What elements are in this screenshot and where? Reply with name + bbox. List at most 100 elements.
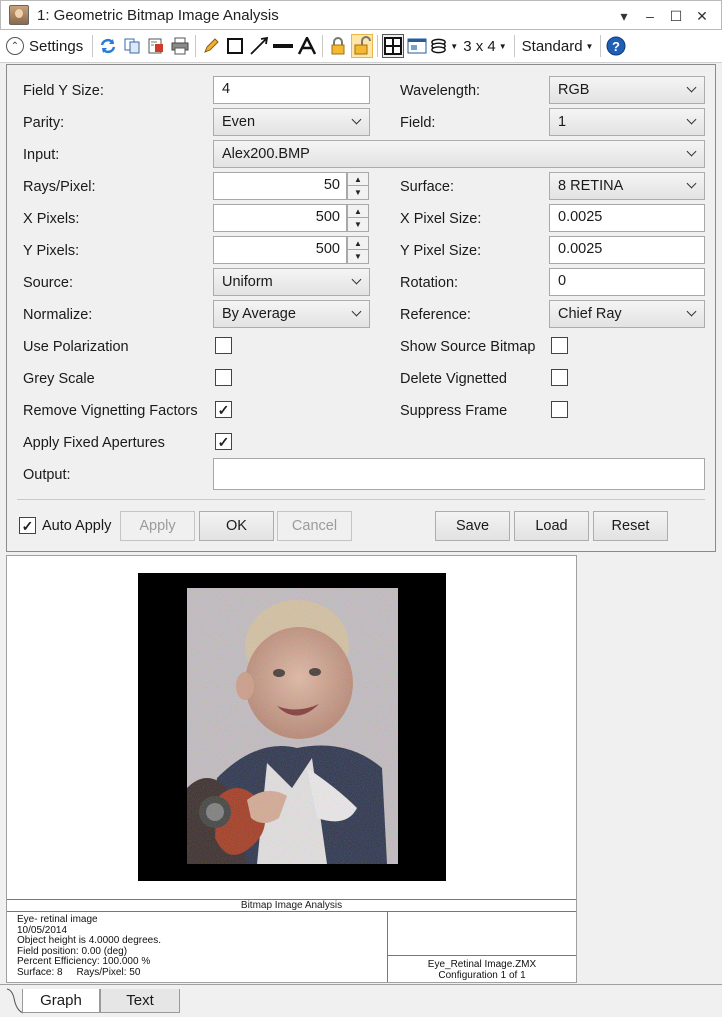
y-pixel-size-input[interactable]: 0.0025 (549, 236, 705, 264)
graph-file-info: Eye_Retinal Image.ZMX Configuration 1 of… (388, 959, 576, 981)
spin-down-icon[interactable]: ▼ (348, 218, 368, 231)
rays-pixel-input[interactable]: 50 (213, 172, 347, 200)
remove-vignetting-label: Remove Vignetting Factors (23, 403, 198, 419)
suppress-frame-label: Suppress Frame (400, 403, 508, 419)
info-line: Surface: 8 Rays/Pixel: 50 (17, 966, 141, 978)
refresh-icon[interactable] (97, 34, 119, 58)
help-icon[interactable]: ? (605, 34, 627, 58)
copy-icon[interactable] (121, 34, 143, 58)
info-line: Object height is 4.0000 degrees. (17, 935, 161, 946)
save-button[interactable]: Save (435, 511, 510, 541)
wavelength-select[interactable]: RGB (549, 76, 705, 104)
tab-text[interactable]: Text (100, 989, 180, 1013)
normalize-label: Normalize: (23, 307, 93, 323)
window-icon[interactable] (406, 34, 428, 58)
field-y-size-label: Field Y Size: (23, 83, 104, 99)
app-icon (9, 5, 29, 25)
layout-dropdown[interactable]: 3 x 4 ▼ (459, 34, 510, 58)
line-icon[interactable] (272, 34, 294, 58)
field-label: Field: (400, 115, 436, 131)
settings-toggle[interactable]: ⌃ Settings (6, 33, 89, 59)
layers-icon[interactable]: ▼ (430, 34, 458, 58)
show-source-bitmap-label: Show Source Bitmap (400, 339, 536, 355)
minimize-button[interactable]: – (639, 5, 661, 27)
window-title: 1: Geometric Bitmap Image Analysis (37, 6, 279, 24)
arrow-line-icon[interactable] (248, 34, 270, 58)
spin-up-icon[interactable]: ▲ (348, 205, 368, 218)
output-field[interactable] (213, 458, 705, 490)
y-pixel-size-label: Y Pixel Size: (400, 243, 482, 259)
title-bar: 1: Geometric Bitmap Image Analysis ▾ – ☐… (0, 0, 722, 30)
grey-scale-checkbox[interactable] (215, 369, 232, 386)
graph-viewer: Bitmap Image Analysis Eye- retinal image… (6, 555, 577, 983)
x-pixels-label: X Pixels: (23, 211, 80, 227)
export-icon[interactable] (145, 34, 167, 58)
checkmark-icon: ✓ (21, 517, 34, 534)
close-button[interactable]: ✕ (691, 5, 713, 27)
x-pixel-size-label: X Pixel Size: (400, 211, 482, 227)
reference-label: Reference: (400, 307, 471, 323)
input-file-select[interactable]: Alex200.BMP (213, 140, 705, 168)
reset-button[interactable]: Reset (593, 511, 668, 541)
auto-apply-label: Auto Apply (42, 518, 112, 534)
spin-down-icon[interactable]: ▼ (348, 186, 368, 199)
dropdown-icon[interactable]: ▾ (613, 5, 635, 27)
load-button[interactable]: Load (514, 511, 589, 541)
print-icon[interactable] (169, 34, 191, 58)
grid-layout-icon[interactable] (382, 34, 405, 58)
normalize-select[interactable]: By Average (213, 300, 370, 328)
ok-button[interactable]: OK (199, 511, 274, 541)
tab-graph[interactable]: Graph (22, 989, 100, 1013)
show-source-bitmap-checkbox[interactable] (551, 337, 568, 354)
file-name: Eye_Retinal Image.ZMX (427, 959, 537, 970)
cancel-button[interactable]: Cancel (277, 511, 352, 541)
normalize-value: By Average (222, 306, 296, 322)
use-polarization-checkbox[interactable] (215, 337, 232, 354)
x-pixels-spinner[interactable]: ▲ ▼ (347, 204, 369, 232)
auto-apply-checkbox[interactable]: ✓ (19, 517, 36, 534)
delete-vignetted-checkbox[interactable] (551, 369, 568, 386)
x-pixel-size-input[interactable]: 0.0025 (549, 204, 705, 232)
parity-value: Even (222, 114, 256, 130)
parity-label: Parity: (23, 115, 65, 131)
pencil-icon[interactable] (200, 34, 222, 58)
graph-background (577, 555, 716, 983)
suppress-frame-checkbox[interactable] (551, 401, 568, 418)
rectangle-icon[interactable] (224, 34, 246, 58)
reference-value: Chief Ray (558, 306, 622, 322)
spin-up-icon[interactable]: ▲ (348, 173, 368, 186)
bitmap-image-frame (138, 573, 446, 881)
spin-up-icon[interactable]: ▲ (348, 237, 368, 250)
surface-select[interactable]: 8 RETINA (549, 172, 705, 200)
apply-button[interactable]: Apply (120, 511, 195, 541)
rays-pixel-label: Rays/Pixel: (23, 179, 96, 195)
parity-select[interactable]: Even (213, 108, 370, 136)
y-pixels-spinner[interactable]: ▲ ▼ (347, 236, 369, 264)
view-tabs: Graph Text (0, 984, 722, 1017)
unlock-icon[interactable] (351, 34, 374, 58)
field-select[interactable]: 1 (549, 108, 705, 136)
info-line: Eye- retinal image (17, 914, 98, 925)
rays-pixel-spinner[interactable]: ▲ ▼ (347, 172, 369, 200)
grey-scale-label: Grey Scale (23, 371, 95, 387)
apply-fixed-apertures-checkbox[interactable]: ✓ (215, 433, 232, 450)
style-dropdown[interactable]: Standard ▼ (518, 34, 598, 58)
source-value: Uniform (222, 274, 273, 290)
use-polarization-label: Use Polarization (23, 339, 129, 355)
source-select[interactable]: Uniform (213, 268, 370, 296)
maximize-button[interactable]: ☐ (665, 5, 687, 27)
input-file-value: Alex200.BMP (222, 146, 310, 162)
rotation-input[interactable]: 0 (549, 268, 705, 296)
x-pixels-input[interactable]: 500 (213, 204, 347, 232)
y-pixels-input[interactable]: 500 (213, 236, 347, 264)
remove-vignetting-checkbox[interactable]: ✓ (215, 401, 232, 418)
spin-down-icon[interactable]: ▼ (348, 250, 368, 263)
settings-label: Settings (29, 37, 84, 55)
text-icon[interactable] (296, 34, 318, 58)
reference-select[interactable]: Chief Ray (549, 300, 705, 328)
lock-icon[interactable] (327, 34, 349, 58)
layout-label: 3 x 4 (463, 37, 496, 55)
apply-fixed-apertures-label: Apply Fixed Apertures (23, 435, 165, 451)
source-label: Source: (23, 275, 73, 291)
field-y-size-input[interactable]: 4 (213, 76, 370, 104)
